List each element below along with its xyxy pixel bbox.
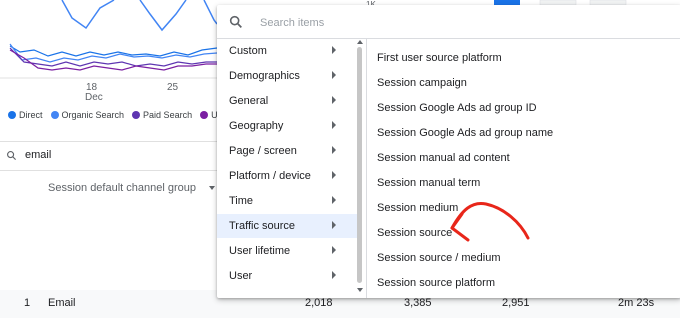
- caret-down-icon: [209, 186, 215, 190]
- chevron-right-icon: [332, 96, 336, 104]
- dimension-column-header[interactable]: Session default channel group: [48, 182, 216, 194]
- category-demographics[interactable]: Demographics: [217, 64, 357, 88]
- category-list: Custom Demographics General Geography Pa…: [217, 39, 357, 294]
- scroll-down-icon[interactable]: [357, 288, 363, 292]
- category-scrollbar[interactable]: [356, 39, 364, 294]
- option-session-source[interactable]: Session source: [377, 227, 452, 239]
- legend-dot-icon: [200, 111, 209, 119]
- category-platform-device[interactable]: Platform / device: [217, 164, 357, 188]
- chevron-right-icon: [332, 196, 336, 204]
- search-icon: [7, 150, 17, 160]
- table-search[interactable]: email: [6, 149, 51, 161]
- chevron-right-icon: [332, 221, 336, 229]
- option-session-medium[interactable]: Session medium: [377, 202, 458, 214]
- search-icon: [229, 15, 242, 28]
- category-time[interactable]: Time: [217, 189, 357, 213]
- option-first-user-source-platform[interactable]: First user source platform: [377, 52, 502, 64]
- row-channel: Email: [48, 297, 76, 309]
- dimension-column-label: Session default channel group: [48, 182, 196, 194]
- chevron-right-icon: [332, 271, 336, 279]
- chart-legend: Direct Organic Search Paid Search Un: [8, 110, 223, 120]
- legend-dot-icon: [50, 111, 59, 119]
- x-tick-month-1: Dec: [85, 92, 103, 103]
- legend-item-direct[interactable]: Direct: [8, 110, 43, 120]
- scrollbar-thumb[interactable]: [357, 47, 362, 283]
- dimension-picker-menu: Custom Demographics General Geography Pa…: [217, 5, 680, 298]
- option-session-google-ads-ad-group-name[interactable]: Session Google Ads ad group name: [377, 127, 553, 139]
- category-custom[interactable]: Custom: [217, 39, 357, 63]
- row-value: 2,951: [502, 297, 530, 309]
- legend-dot-icon: [132, 111, 141, 119]
- x-tick-day-2: 25: [167, 82, 179, 93]
- legend-item-organic-search[interactable]: Organic Search: [50, 110, 124, 120]
- option-session-campaign[interactable]: Session campaign: [377, 77, 467, 89]
- search-items-input[interactable]: [258, 12, 662, 34]
- scroll-up-icon[interactable]: [357, 40, 363, 44]
- chevron-right-icon: [332, 171, 336, 179]
- category-traffic-source[interactable]: Traffic source: [217, 214, 357, 238]
- option-session-source-medium[interactable]: Session source / medium: [377, 252, 501, 264]
- table-search-value: email: [25, 149, 52, 161]
- series-line-organic-upper: [61, 0, 218, 32]
- legend-dot-icon: [8, 111, 16, 119]
- dimension-options-list: First user source platform Session campa…: [367, 39, 680, 298]
- menu-search-row: [217, 5, 680, 39]
- category-user[interactable]: User: [217, 264, 357, 288]
- option-session-manual-term[interactable]: Session manual term: [377, 177, 480, 189]
- chevron-right-icon: [332, 246, 336, 254]
- series-line-direct: [9, 45, 218, 57]
- row-value: 2m 23s: [618, 297, 655, 309]
- row-value: 3,385: [404, 297, 432, 309]
- chevron-right-icon: [332, 46, 336, 54]
- row-rank: 1: [24, 297, 31, 309]
- option-session-source-platform[interactable]: Session source platform: [377, 277, 495, 289]
- row-value: 2,018: [305, 297, 333, 309]
- legend-item-paid-search[interactable]: Paid Search: [132, 110, 192, 120]
- option-session-manual-ad-content[interactable]: Session manual ad content: [377, 152, 510, 164]
- category-page-screen[interactable]: Page / screen: [217, 139, 357, 163]
- chevron-right-icon: [332, 146, 336, 154]
- category-user-lifetime[interactable]: User lifetime: [217, 239, 357, 263]
- category-geography[interactable]: Geography: [217, 114, 357, 138]
- option-session-google-ads-ad-group-id[interactable]: Session Google Ads ad group ID: [377, 102, 537, 114]
- category-general[interactable]: General: [217, 89, 357, 113]
- chevron-right-icon: [332, 121, 336, 129]
- chevron-right-icon: [332, 71, 336, 79]
